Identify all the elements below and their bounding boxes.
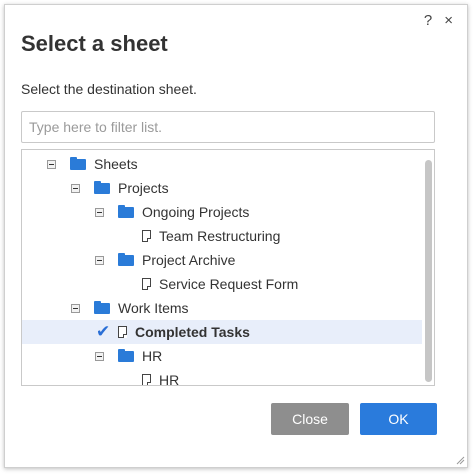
help-icon[interactable]: ? bbox=[424, 13, 432, 28]
folder-icon bbox=[118, 204, 134, 218]
filter-input[interactable] bbox=[21, 111, 435, 143]
collapse-toggle-icon[interactable] bbox=[95, 351, 104, 361]
dialog-title: Select a sheet bbox=[21, 31, 168, 56]
tree-sheet-row[interactable]: Service Request Form bbox=[22, 272, 422, 296]
dialog-subtitle: Select the destination sheet. bbox=[21, 81, 197, 97]
tree-item-label: HR bbox=[159, 372, 180, 386]
folder-icon bbox=[94, 300, 110, 314]
tree-item-label: Sheets bbox=[94, 156, 138, 172]
folder-icon bbox=[70, 156, 86, 170]
tree-item-label: Work Items bbox=[118, 300, 189, 316]
sheet-icon bbox=[142, 230, 151, 242]
tree-sheet-row[interactable]: Team Restructuring bbox=[22, 224, 422, 248]
tree-item-label: Completed Tasks bbox=[135, 324, 250, 340]
close-icon[interactable]: × bbox=[444, 13, 453, 28]
tree-item-label: Service Request Form bbox=[159, 276, 299, 292]
tree-folder-row[interactable]: Projects bbox=[22, 176, 422, 200]
tree-folder-row[interactable]: HR bbox=[22, 344, 422, 368]
collapse-toggle-icon[interactable] bbox=[47, 159, 56, 169]
ok-button[interactable]: OK bbox=[360, 403, 437, 435]
collapse-toggle-icon[interactable] bbox=[95, 255, 104, 265]
collapse-toggle-icon[interactable] bbox=[71, 303, 80, 313]
dialog-header-icons: ? × bbox=[424, 13, 453, 28]
folder-icon bbox=[94, 180, 110, 194]
tree-item-label: HR bbox=[142, 348, 163, 364]
tree-item-label: Ongoing Projects bbox=[142, 204, 250, 220]
tree-sheet-row[interactable]: ✔ Completed Tasks bbox=[22, 320, 422, 344]
sheet-tree: Sheets Projects Ongoing Projects Team Restr… bbox=[21, 149, 435, 386]
tree-folder-row[interactable]: Ongoing Projects bbox=[22, 200, 422, 224]
folder-icon bbox=[118, 348, 134, 362]
tree-folder-row[interactable]: Sheets bbox=[22, 152, 422, 176]
collapse-toggle-icon[interactable] bbox=[71, 183, 80, 193]
folder-icon bbox=[118, 252, 134, 266]
tree-folder-row[interactable]: Project Archive bbox=[22, 248, 422, 272]
select-sheet-dialog: ? × Select a sheet Select the destinatio… bbox=[4, 4, 468, 468]
sheet-icon bbox=[142, 374, 151, 385]
sheet-icon bbox=[118, 326, 127, 338]
resize-grip-icon[interactable] bbox=[455, 455, 465, 465]
tree-sheet-row[interactable]: HR bbox=[22, 368, 422, 386]
tree-item-label: Team Restructuring bbox=[159, 228, 281, 244]
tree-item-label: Project Archive bbox=[142, 252, 236, 268]
sheet-icon bbox=[142, 278, 151, 290]
collapse-toggle-icon[interactable] bbox=[95, 207, 104, 217]
tree-folder-row[interactable]: Work Items bbox=[22, 296, 422, 320]
close-button[interactable]: Close bbox=[271, 403, 349, 435]
checkmark-icon: ✔ bbox=[96, 322, 111, 341]
tree-item-label: Projects bbox=[118, 180, 169, 196]
tree-scrollbar[interactable] bbox=[425, 160, 432, 382]
